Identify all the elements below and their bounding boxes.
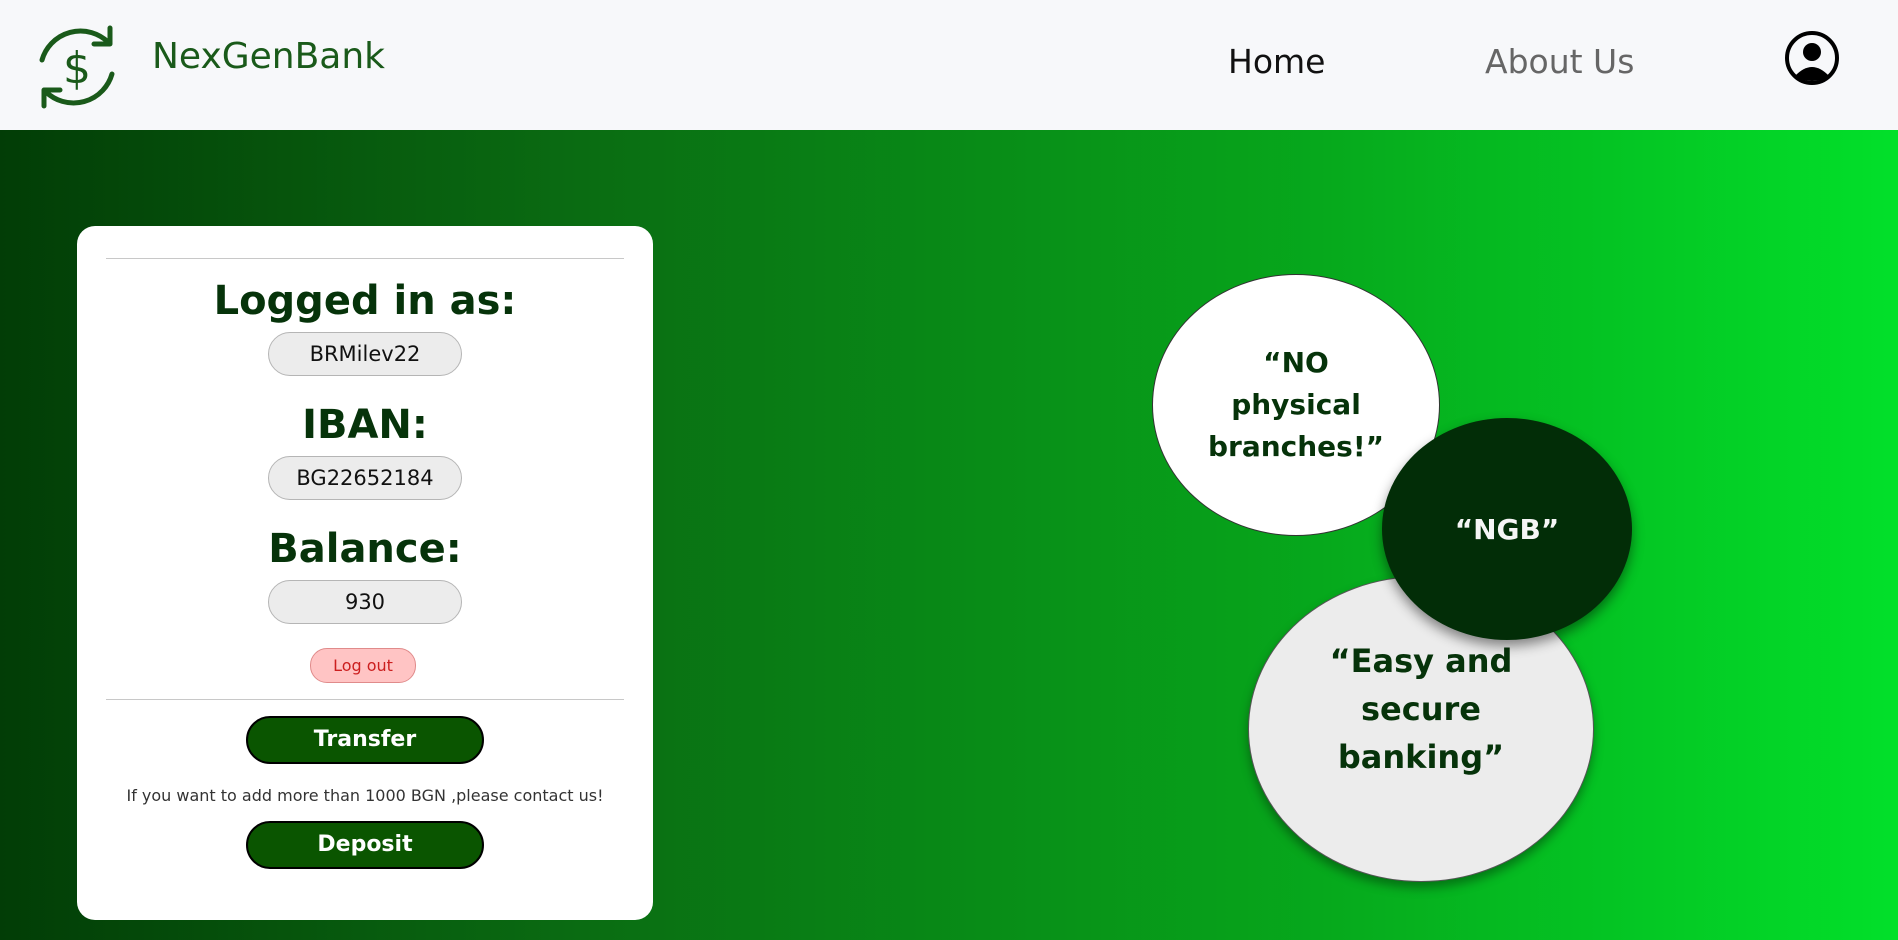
bubble-ngb-text: “NGB” [1454,512,1560,546]
dollar-cycle-icon[interactable]: $ [30,20,124,114]
card-divider-bottom [106,699,624,700]
iban-heading: IBAN: [302,402,428,448]
nav-home-link[interactable]: Home [1228,42,1325,81]
logout-button[interactable]: Log out [310,648,416,683]
iban-field: BG22652184 [268,456,462,500]
bubble-no-branches-text: “NO physical branches!” [1207,346,1385,463]
user-icon[interactable] [1784,30,1840,86]
balance-heading: Balance: [268,526,462,572]
balance-field: 930 [268,580,462,624]
account-card: Logged in as: BRMilev22 IBAN: BG22652184… [77,226,653,920]
bubble-easy-secure-text: “Easy and secure banking” [1329,642,1513,776]
deposit-note: If you want to add more than 1000 BGN ,p… [126,786,604,805]
bubble-ngb: “NGB” [1382,418,1632,640]
logged-in-heading: Logged in as: [213,278,517,324]
nav-about-link[interactable]: About Us [1485,42,1634,81]
brand-name[interactable]: NexGenBank [152,36,385,77]
transfer-button[interactable]: Transfer [246,716,484,764]
username-field: BRMilev22 [268,332,462,376]
deposit-button[interactable]: Deposit [246,821,484,869]
card-divider-top [106,258,624,259]
svg-text:$: $ [63,43,91,94]
top-navbar: $ NexGenBank Home About Us [0,0,1898,130]
